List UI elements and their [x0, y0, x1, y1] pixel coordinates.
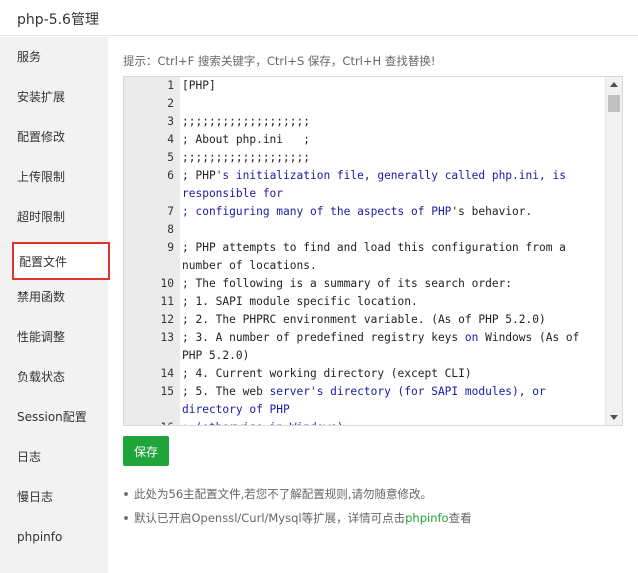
sidebar-item-service[interactable]: 服务	[0, 37, 108, 77]
sidebar-item-upload-limit[interactable]: 上传限制	[0, 157, 108, 197]
code-line[interactable]: 1 [PHP]	[124, 77, 606, 95]
scroll-thumb[interactable]	[608, 95, 620, 112]
code-line[interactable]: 16 ; (otherwise in Windows)	[124, 419, 606, 425]
code-line[interactable]: 10 ; The following is a summary of its se…	[124, 275, 606, 293]
bullet-icon	[124, 492, 128, 496]
line-number: 7	[167, 205, 174, 218]
line-number: 13	[160, 331, 174, 344]
code-token: ; (otherwise in Windows)	[182, 421, 344, 425]
code-token: ;;;;;;;;;;;;;;;;;;;	[182, 115, 310, 128]
code-text: ; 1. SAPI module specific location.	[182, 293, 598, 311]
code-text: ; 4. Current working directory (except C…	[182, 365, 598, 383]
sidebar-item-config-edit[interactable]: 配置修改	[0, 117, 108, 157]
line-number: 2	[167, 97, 174, 110]
code-lines[interactable]: 1 [PHP] 2 3;;;;;;;;;;;;;;;;;;; 4 ; About php.…	[124, 77, 606, 425]
code-text: ; configuring many of the aspects of PHP…	[182, 203, 598, 221]
line-number: 14	[160, 367, 174, 380]
code-token: ; 2. The PHPRC environment variable. (As…	[182, 313, 546, 326]
line-number: 15	[160, 385, 174, 398]
sidebar-item-phpinfo[interactable]: phpinfo	[0, 517, 108, 557]
code-line[interactable]: 9 ; PHP attempts to find and load this co…	[124, 239, 606, 275]
sidebar-item-session-config[interactable]: Session配置	[0, 397, 108, 437]
sidebar-item-load-status[interactable]: 负载状态	[0, 357, 108, 397]
code-token: ; PHP attempts to find and load this con…	[182, 241, 573, 272]
phpinfo-link[interactable]: phpinfo	[405, 511, 448, 525]
code-line[interactable]: 5;;;;;;;;;;;;;;;;;;;	[124, 149, 606, 167]
save-button[interactable]: 保存	[123, 436, 169, 466]
code-line[interactable]: 6 ; PHP's initialization file, generally …	[124, 167, 606, 203]
scroll-up-button[interactable]	[606, 77, 622, 93]
scroll-down-button[interactable]	[606, 409, 622, 425]
note-extensions-suffix: 查看	[448, 511, 472, 525]
code-token: ;;;;;;;;;;;;;;;;;;;	[182, 151, 310, 164]
sidebar: 服务 安装扩展 配置修改 上传限制 超时限制 配置文件 禁用函数 性能调整 负载…	[0, 37, 110, 573]
code-text: ;;;;;;;;;;;;;;;;;;;	[182, 113, 598, 131]
line-number: 9	[167, 241, 174, 254]
code-line[interactable]: 4 ; About php.ini ;	[124, 131, 606, 149]
code-text: ; About php.ini ;	[182, 131, 598, 149]
sidebar-item-install-extensions[interactable]: 安装扩展	[0, 77, 108, 117]
note-item: 此处为56主配置文件,若您不了解配置规则,请勿随意修改。	[122, 486, 472, 510]
window-titlebar: php-5.6管理	[0, 0, 638, 36]
code-text: ; The following is a summary of its sear…	[182, 275, 598, 293]
code-line[interactable]: 11 ; 1. SAPI module specific location.	[124, 293, 606, 311]
code-token: on	[464, 331, 479, 344]
code-text: ; PHP attempts to find and load this con…	[182, 239, 598, 275]
line-number: 10	[160, 277, 174, 290]
code-token: ; configuring many of the aspects of PHP	[182, 205, 452, 218]
line-number: 1	[167, 79, 174, 92]
bullet-icon	[124, 516, 128, 520]
code-text: ;;;;;;;;;;;;;;;;;;;	[182, 149, 598, 167]
code-token: [PHP]	[182, 79, 216, 92]
sidebar-item-log[interactable]: 日志	[0, 437, 108, 477]
sidebar-item-config-file[interactable]: 配置文件	[12, 242, 110, 280]
line-number: 4	[167, 133, 174, 146]
editor-scrollbar[interactable]	[605, 77, 622, 425]
code-line[interactable]: 2	[124, 95, 606, 113]
line-number: 16	[124, 419, 174, 425]
code-line[interactable]: 12 ; 2. The PHPRC environment variable. (…	[124, 311, 606, 329]
code-text: ; 2. The PHPRC environment variable. (As…	[182, 311, 598, 329]
shortcut-hint: 提示：Ctrl+F 搜索关键字，Ctrl+S 保存，Ctrl+H 查找替换!	[123, 54, 436, 68]
scroll-down-arrow-icon	[610, 415, 618, 420]
code-editor[interactable]: 1 [PHP] 2 3;;;;;;;;;;;;;;;;;;; 4 ; About php.…	[123, 76, 623, 426]
code-token: ; The following is a summary of its sear…	[182, 277, 513, 290]
code-line[interactable]: 3;;;;;;;;;;;;;;;;;;;	[124, 113, 606, 131]
code-text: ; PHP's initialization file, generally c…	[182, 167, 598, 203]
code-line[interactable]: 15 ; 5. The web server's directory (for S…	[124, 383, 606, 419]
code-token: ; 4. Current working directory (except C…	[182, 367, 472, 380]
code-token: ; 5. The web	[182, 385, 270, 398]
code-line[interactable]: 14 ; 4. Current working directory (except…	[124, 365, 606, 383]
note-item: 默认已开启Openssl/Curl/Mysql等扩展，详情可点击phpinfo查…	[122, 510, 472, 534]
note-config-warning: 此处为56主配置文件,若您不了解配置规则,请勿随意修改。	[134, 487, 432, 501]
code-token: ; 1. SAPI module specific location.	[182, 295, 418, 308]
code-text: ; 3. A number of predefined registry key…	[182, 329, 598, 365]
code-token: 's initialization file, generally called…	[182, 169, 573, 200]
code-text: ; 5. The web server's directory (for SAP…	[182, 383, 598, 419]
code-line[interactable]: 13 ; 3. A number of predefined registry k…	[124, 329, 606, 365]
line-number: 3	[167, 115, 174, 128]
window-title: php-5.6管理	[17, 12, 99, 28]
code-token: ; PHP	[182, 169, 216, 182]
note-extensions-prefix: 默认已开启Openssl/Curl/Mysql等扩展，详情可点击	[134, 511, 406, 525]
code-line[interactable]: 7 ; configuring many of the aspects of PH…	[124, 203, 606, 221]
line-number: 6	[167, 169, 174, 182]
line-number: 5	[167, 151, 174, 164]
sidebar-item-slow-log[interactable]: 慢日志	[0, 477, 108, 517]
code-token: 's behavior.	[451, 205, 533, 218]
sidebar-item-timeout-limit[interactable]: 超时限制	[0, 197, 108, 237]
line-number: 11	[160, 295, 174, 308]
code-text: [PHP]	[182, 77, 598, 95]
scroll-up-arrow-icon	[610, 82, 618, 87]
notes-list: 此处为56主配置文件,若您不了解配置规则,请勿随意修改。 默认已开启Openss…	[122, 486, 472, 534]
code-text: ; (otherwise in Windows)	[182, 419, 598, 425]
code-token: ; About php.ini ;	[182, 133, 310, 146]
code-token: ; 3. A number of predefined registry key…	[182, 331, 465, 344]
sidebar-item-performance[interactable]: 性能调整	[0, 317, 108, 357]
sidebar-item-disabled-functions[interactable]: 禁用函数	[0, 277, 108, 317]
code-line[interactable]: 8	[124, 221, 606, 239]
line-number: 8	[167, 223, 174, 236]
line-number: 12	[160, 313, 174, 326]
